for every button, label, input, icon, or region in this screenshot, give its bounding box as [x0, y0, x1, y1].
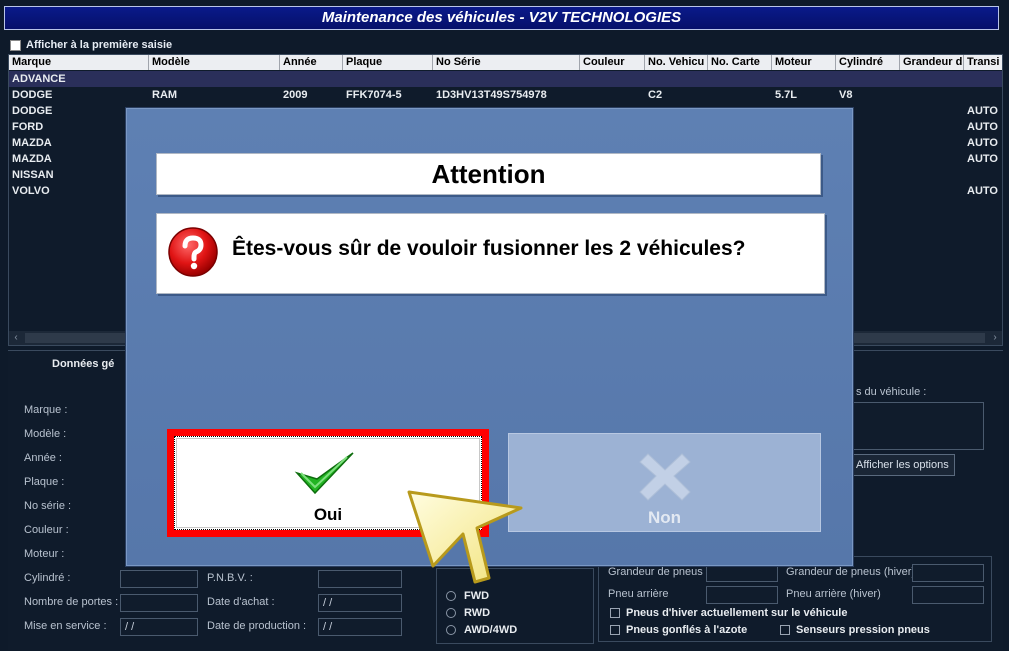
- label-moteur: Moteur :: [24, 548, 65, 560]
- col-modele[interactable]: Modèle: [149, 55, 280, 70]
- label-pnbv: P.N.B.V. :: [207, 572, 253, 584]
- cell-marque: MAZDA: [12, 153, 52, 165]
- col-grandeur[interactable]: Grandeur d: [900, 55, 964, 70]
- radio-fwd[interactable]: FWD: [446, 590, 489, 602]
- cross-icon: [639, 453, 691, 501]
- cell-marque: DODGE: [12, 105, 53, 117]
- pointer-cursor-icon: [407, 490, 523, 584]
- no-button-label: Non: [647, 508, 682, 527]
- dialog-message: Êtes-vous sûr de vouloir fusionner les 2…: [232, 237, 746, 260]
- pressure-sensors-option[interactable]: Senseurs pression pneus: [780, 624, 930, 636]
- cell-transmission: AUTO: [967, 121, 998, 133]
- label-date-production: Date de production :: [207, 620, 307, 632]
- rear-tire-input[interactable]: [706, 586, 778, 604]
- grid-header: Marque Modèle Année Plaque No Série Coul…: [9, 55, 1002, 70]
- col-annee[interactable]: Année: [280, 55, 343, 70]
- col-transmission[interactable]: Transi: [964, 55, 1002, 70]
- cell-marque: NISSAN: [12, 169, 54, 181]
- pnbv-input[interactable]: [318, 570, 402, 588]
- checkmark-icon: [294, 452, 354, 495]
- first-entry-option[interactable]: Afficher à la première saisie: [10, 38, 172, 52]
- winter-tires-label: Pneus d'hiver actuellement sur le véhicu…: [626, 607, 848, 619]
- cell-transmission: AUTO: [967, 137, 998, 149]
- winter-tires-option[interactable]: Pneus d'hiver actuellement sur le véhicu…: [610, 607, 847, 619]
- nitrogen-checkbox[interactable]: [610, 625, 620, 635]
- label-tire-size-winter: Grandeur de pneus (hiver): [786, 566, 916, 578]
- cell-annee: 2009: [283, 89, 308, 101]
- table-row[interactable]: ADVANCE: [9, 71, 1002, 87]
- label-couleur: Couleur :: [24, 524, 69, 536]
- label-rear-tire: Pneu arrière: [608, 588, 669, 600]
- tire-size-winter-input[interactable]: [912, 564, 984, 582]
- window-title: Maintenance des véhicules - V2V TECHNOLO…: [4, 6, 999, 30]
- cell-cylindre: V8: [839, 89, 853, 101]
- col-cylindre[interactable]: Cylindré: [836, 55, 900, 70]
- cell-marque: MAZDA: [12, 137, 52, 149]
- dialog-title: Attention: [156, 153, 821, 195]
- radio-awd[interactable]: AWD/4WD: [446, 624, 517, 636]
- label-vehicle-options: s du véhicule :: [856, 386, 927, 398]
- first-entry-label: Afficher à la première saisie: [26, 39, 173, 51]
- no-button[interactable]: Non: [508, 433, 821, 532]
- label-marque: Marque :: [24, 404, 68, 416]
- question-icon: [168, 227, 218, 277]
- cell-marque: DODGE: [12, 89, 53, 101]
- cell-transmission: AUTO: [967, 153, 998, 165]
- tire-size-input[interactable]: [706, 564, 778, 582]
- scroll-right-icon[interactable]: ›: [988, 331, 1002, 345]
- cell-serie: 1D3HV13T49S754978: [436, 89, 547, 101]
- first-entry-checkbox[interactable]: [10, 39, 21, 51]
- date-achat-input[interactable]: / /: [318, 594, 402, 612]
- rear-tire-winter-input[interactable]: [912, 586, 984, 604]
- mise-en-service-input[interactable]: / /: [120, 618, 198, 636]
- cell-marque: ADVANCE: [12, 73, 66, 85]
- cell-marque: FORD: [12, 121, 44, 133]
- cell-moteur: 5.7L: [775, 89, 798, 101]
- cell-marque: VOLVO: [12, 185, 50, 197]
- table-row[interactable]: DODGE RAM 2009 FFK7074-5 1D3HV13T49S7549…: [9, 87, 1002, 103]
- cell-no-vehicule: C2: [648, 89, 663, 101]
- cell-plaque: FFK7074-5: [346, 89, 402, 101]
- pressure-sensors-checkbox[interactable]: [780, 625, 790, 635]
- radio-fwd-label: FWD: [464, 590, 490, 602]
- cylindre-input[interactable]: [120, 570, 198, 588]
- col-marque[interactable]: Marque: [9, 55, 149, 70]
- label-modele: Modèle :: [24, 428, 67, 440]
- label-portes: Nombre de portes :: [24, 596, 119, 608]
- col-no-carte[interactable]: No. Carte: [708, 55, 772, 70]
- label-annee: Année :: [24, 452, 62, 464]
- dialog-message-box: Êtes-vous sûr de vouloir fusionner les 2…: [156, 213, 825, 294]
- cell-transmission: AUTO: [967, 185, 998, 197]
- winter-tires-checkbox[interactable]: [610, 608, 620, 618]
- nitrogen-option[interactable]: Pneus gonflés à l'azote: [610, 624, 747, 636]
- cell-modele: RAM: [152, 89, 178, 101]
- label-serie: No série :: [24, 500, 72, 512]
- show-options-button[interactable]: Afficher les options: [850, 454, 955, 476]
- col-serie[interactable]: No Série: [433, 55, 580, 70]
- radio-rwd-label: RWD: [464, 607, 491, 619]
- cell-transmission: AUTO: [967, 105, 998, 117]
- nitrogen-label: Pneus gonflés à l'azote: [626, 624, 748, 636]
- pressure-sensors-label: Senseurs pression pneus: [796, 624, 930, 636]
- vehicle-options-notes[interactable]: [852, 402, 984, 450]
- col-no-vehicule[interactable]: No. Vehicu: [645, 55, 708, 70]
- label-tire-size: Grandeur de pneus: [608, 566, 703, 578]
- tab-donnees-generales[interactable]: Données gé: [52, 358, 114, 370]
- col-moteur[interactable]: Moteur: [772, 55, 836, 70]
- scroll-left-icon[interactable]: ‹: [9, 331, 23, 345]
- col-couleur[interactable]: Couleur: [580, 55, 645, 70]
- radio-rwd[interactable]: RWD: [446, 607, 490, 619]
- label-plaque: Plaque :: [24, 476, 65, 488]
- date-production-input[interactable]: / /: [318, 618, 402, 636]
- label-date-achat: Date d'achat :: [207, 596, 275, 608]
- radio-awd-dot[interactable]: [446, 625, 456, 635]
- label-cylindre: Cylindré :: [24, 572, 71, 584]
- radio-rwd-dot[interactable]: [446, 608, 456, 618]
- label-rear-tire-winter: Pneu arrière (hiver): [786, 588, 881, 600]
- portes-input[interactable]: [120, 594, 198, 612]
- label-mise-en-service: Mise en service :: [24, 620, 107, 632]
- radio-fwd-dot[interactable]: [446, 591, 456, 601]
- radio-awd-label: AWD/4WD: [464, 624, 518, 636]
- col-plaque[interactable]: Plaque: [343, 55, 433, 70]
